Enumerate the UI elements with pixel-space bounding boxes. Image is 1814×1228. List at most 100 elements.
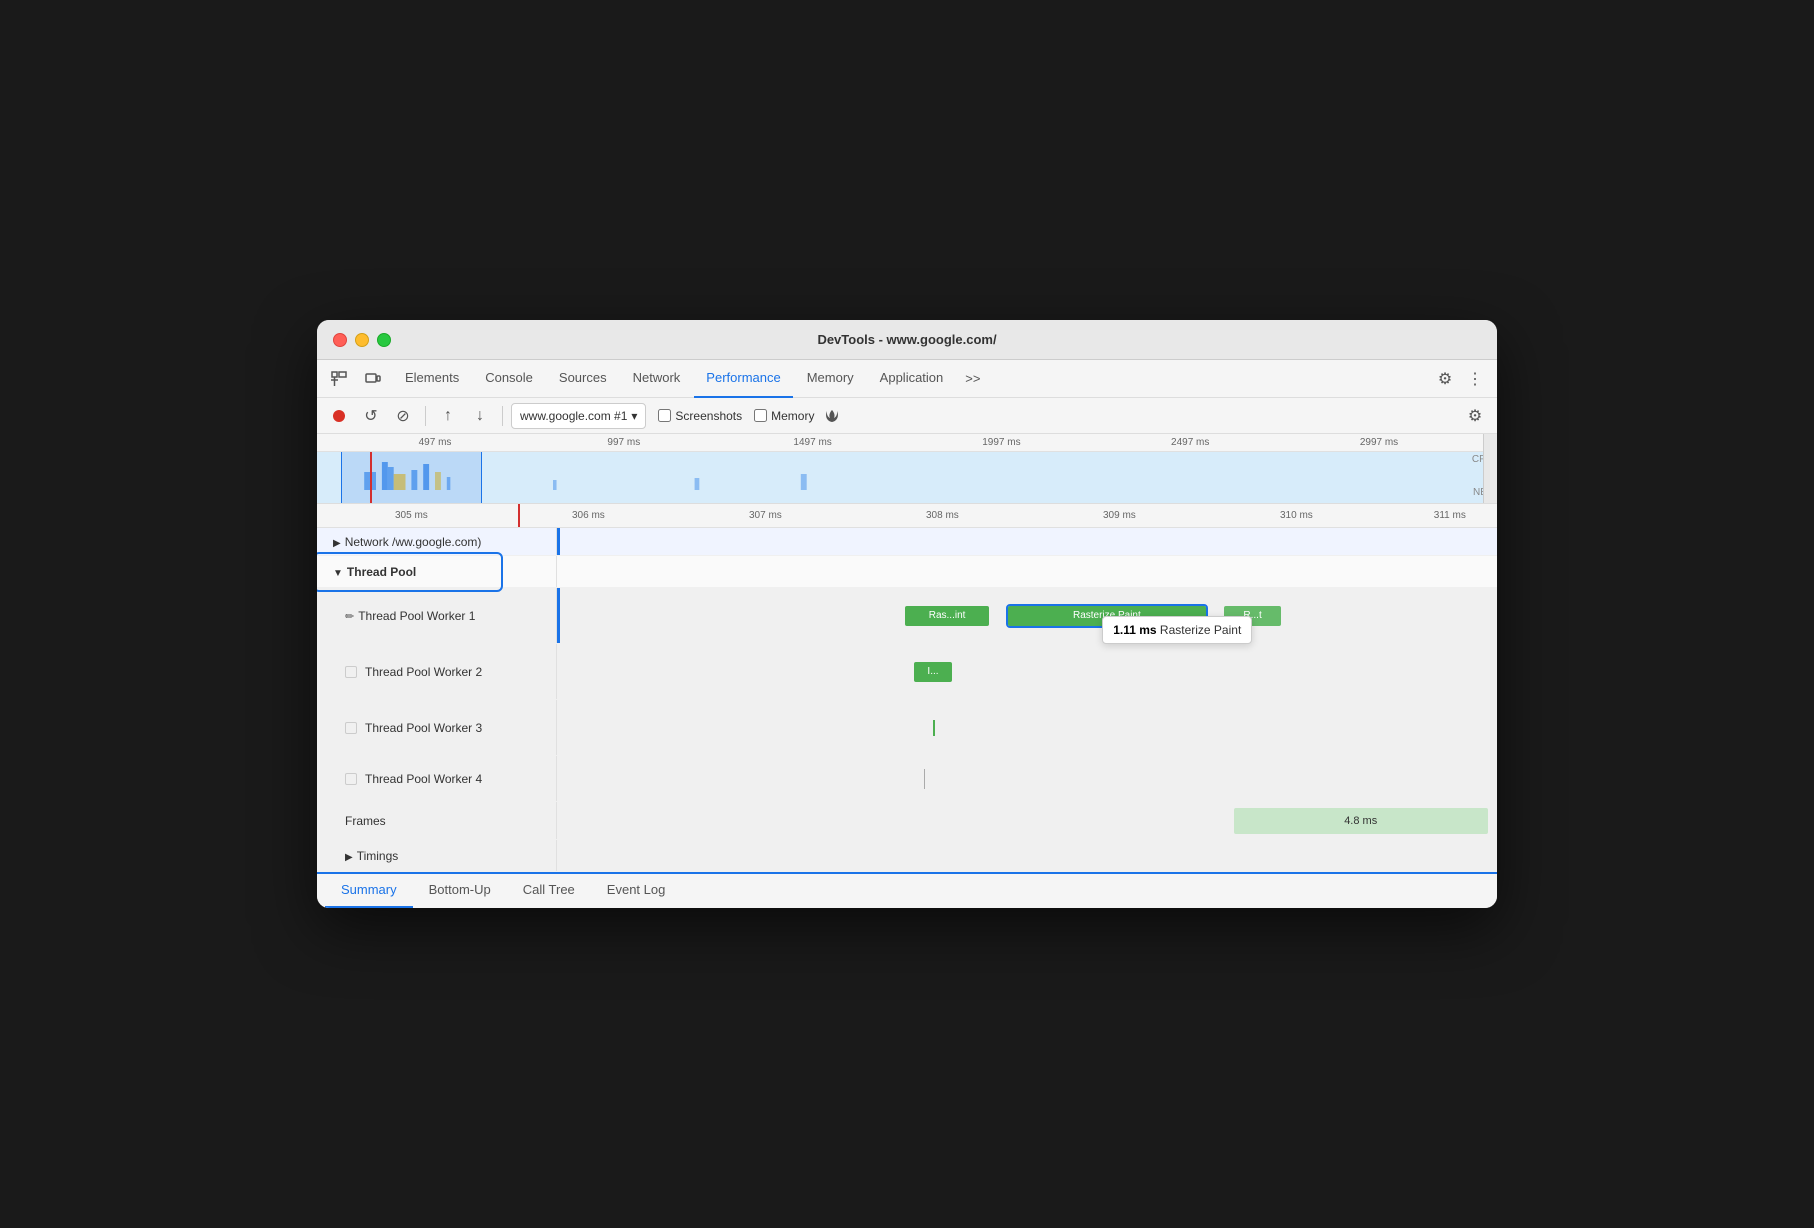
timings-content[interactable] bbox=[557, 840, 1497, 871]
rasterize-small-label: R...t bbox=[1243, 610, 1261, 621]
memory-checkbox[interactable] bbox=[754, 409, 767, 422]
upload-button[interactable]: ↑ bbox=[434, 402, 462, 430]
rasterize-paint-bar[interactable]: Rasterize Paint bbox=[1008, 606, 1205, 626]
worker1-label: Thread Pool Worker 1 bbox=[317, 588, 557, 643]
worker2-label: Thread Pool Worker 2 bbox=[317, 644, 557, 699]
timings-expand-icon[interactable] bbox=[345, 849, 353, 863]
tab-performance[interactable]: Performance bbox=[694, 360, 792, 398]
detail-tick-3: 308 ms bbox=[926, 510, 959, 521]
worker2-row: Thread Pool Worker 2 I... bbox=[317, 644, 1497, 700]
devtools-window: DevTools - www.google.com/ Elements Cons… bbox=[317, 320, 1497, 908]
device-icon[interactable] bbox=[359, 365, 387, 393]
flame-icon[interactable] bbox=[818, 402, 846, 430]
tab-elements[interactable]: Elements bbox=[393, 360, 471, 398]
detail-tick-1: 306 ms bbox=[572, 510, 605, 521]
detail-tick-2: 307 ms bbox=[749, 510, 782, 521]
rasterize-int-bar[interactable]: Ras...int bbox=[905, 606, 990, 626]
overview-ruler: 497 ms 997 ms 1497 ms 1997 ms 2497 ms 29… bbox=[317, 434, 1497, 452]
tabs-more[interactable]: >> bbox=[957, 371, 988, 386]
detail-ruler: 305 ms 306 ms 307 ms 308 ms 309 ms 310 m… bbox=[317, 504, 1497, 528]
tab-event-log[interactable]: Event Log bbox=[591, 872, 682, 908]
network-expand-icon[interactable] bbox=[333, 535, 341, 549]
worker3-label-text: Thread Pool Worker 3 bbox=[365, 721, 482, 735]
rasterize-small-bar[interactable]: R...t bbox=[1224, 606, 1280, 626]
rasterize-int-label: Ras...int bbox=[929, 610, 966, 621]
worker4-icon bbox=[345, 773, 357, 785]
cpu-chart bbox=[317, 452, 1497, 490]
timings-label: Timings bbox=[317, 840, 557, 871]
memory-checkbox-group: Memory bbox=[754, 409, 814, 423]
detail-tick-4: 309 ms bbox=[1103, 510, 1136, 521]
thread-pool-expand-icon[interactable] bbox=[333, 565, 343, 579]
ruler-label-3: 1997 ms bbox=[982, 437, 1020, 448]
worker4-dot bbox=[924, 769, 925, 789]
worker2-content[interactable]: I... bbox=[557, 644, 1497, 699]
maximize-button[interactable] bbox=[377, 333, 391, 347]
toolbar: ↺ ⊘ ↑ ↓ www.google.com #1 ▾ Screenshots … bbox=[317, 398, 1497, 434]
worker3-content[interactable] bbox=[557, 700, 1497, 755]
capture-settings-icon[interactable]: ⚙ bbox=[1461, 402, 1489, 430]
profile-select[interactable]: www.google.com #1 ▾ bbox=[511, 403, 646, 429]
minimize-button[interactable] bbox=[355, 333, 369, 347]
worker1-label-text: Thread Pool Worker 1 bbox=[358, 609, 475, 623]
detail-tick-5: 310 ms bbox=[1280, 510, 1313, 521]
inspect-icon[interactable] bbox=[325, 365, 353, 393]
tab-bottom-up[interactable]: Bottom-Up bbox=[413, 872, 507, 908]
pencil-icon bbox=[345, 609, 354, 623]
thread-pool-label: Thread Pool bbox=[317, 556, 557, 587]
overview-graph[interactable]: CPU NET bbox=[317, 452, 1497, 504]
timings-row: Timings bbox=[317, 840, 1497, 872]
worker1-left-accent bbox=[557, 588, 560, 643]
close-button[interactable] bbox=[333, 333, 347, 347]
frames-content[interactable]: 4.8 ms bbox=[557, 802, 1497, 839]
download-button[interactable]: ↓ bbox=[466, 402, 494, 430]
ruler-label-1: 997 ms bbox=[607, 437, 640, 448]
rasterize-paint-label: Rasterize Paint bbox=[1073, 610, 1141, 621]
more-icon[interactable]: ⋮ bbox=[1461, 365, 1489, 393]
toolbar-separator-2 bbox=[502, 406, 503, 426]
tab-network[interactable]: Network bbox=[621, 360, 693, 398]
profile-select-chevron: ▾ bbox=[631, 409, 637, 423]
traffic-lights bbox=[333, 333, 391, 347]
memory-label: Memory bbox=[771, 409, 814, 423]
thread-pool-header-row: Thread Pool bbox=[317, 556, 1497, 588]
detail-tick-0: 305 ms bbox=[395, 510, 428, 521]
overview-scrollbar[interactable] bbox=[1483, 434, 1497, 503]
frames-value: 4.8 ms bbox=[1344, 815, 1377, 827]
ruler-label-5: 2997 ms bbox=[1360, 437, 1398, 448]
worker4-label: Thread Pool Worker 4 bbox=[317, 756, 557, 801]
ruler-label-4: 2497 ms bbox=[1171, 437, 1209, 448]
record-button[interactable] bbox=[325, 402, 353, 430]
tab-console[interactable]: Console bbox=[473, 360, 545, 398]
worker4-row: Thread Pool Worker 4 bbox=[317, 756, 1497, 802]
network-content[interactable] bbox=[557, 528, 1497, 555]
network-track: Network /ww.google.com) bbox=[317, 528, 1497, 556]
worker3-tick bbox=[933, 720, 935, 736]
tracks-container: Network /ww.google.com) Thread Pool Thre… bbox=[317, 528, 1497, 872]
settings-icon[interactable]: ⚙ bbox=[1431, 365, 1459, 393]
tab-call-tree[interactable]: Call Tree bbox=[507, 872, 591, 908]
tab-memory[interactable]: Memory bbox=[795, 360, 866, 398]
worker3-row: Thread Pool Worker 3 bbox=[317, 700, 1497, 756]
worker4-label-text: Thread Pool Worker 4 bbox=[365, 772, 482, 786]
frames-bar[interactable]: 4.8 ms bbox=[1234, 808, 1488, 834]
screenshots-checkbox[interactable] bbox=[658, 409, 671, 422]
worker1-content[interactable]: Ras...int Rasterize Paint R...t 1.11 ms … bbox=[557, 588, 1497, 643]
frames-label: Frames bbox=[317, 802, 557, 839]
worker2-bar[interactable]: I... bbox=[914, 662, 952, 682]
tab-summary[interactable]: Summary bbox=[325, 872, 413, 908]
clear-button[interactable]: ⊘ bbox=[389, 402, 417, 430]
tab-sources[interactable]: Sources bbox=[547, 360, 619, 398]
timeline-overview[interactable]: 497 ms 997 ms 1497 ms 1997 ms 2497 ms 29… bbox=[317, 434, 1497, 504]
screenshots-label: Screenshots bbox=[675, 409, 742, 423]
profile-select-value: www.google.com #1 bbox=[520, 409, 627, 423]
reload-button[interactable]: ↺ bbox=[357, 402, 385, 430]
worker4-content[interactable] bbox=[557, 756, 1497, 801]
ruler-label-2: 1497 ms bbox=[793, 437, 831, 448]
titlebar: DevTools - www.google.com/ bbox=[317, 320, 1497, 360]
worker2-label-text: Thread Pool Worker 2 bbox=[365, 665, 482, 679]
tab-application[interactable]: Application bbox=[868, 360, 956, 398]
worker2-bar-label: I... bbox=[927, 666, 938, 677]
thread-pool-header-content[interactable] bbox=[557, 556, 1497, 587]
bottom-tabs: Summary Bottom-Up Call Tree Event Log bbox=[317, 872, 1497, 908]
